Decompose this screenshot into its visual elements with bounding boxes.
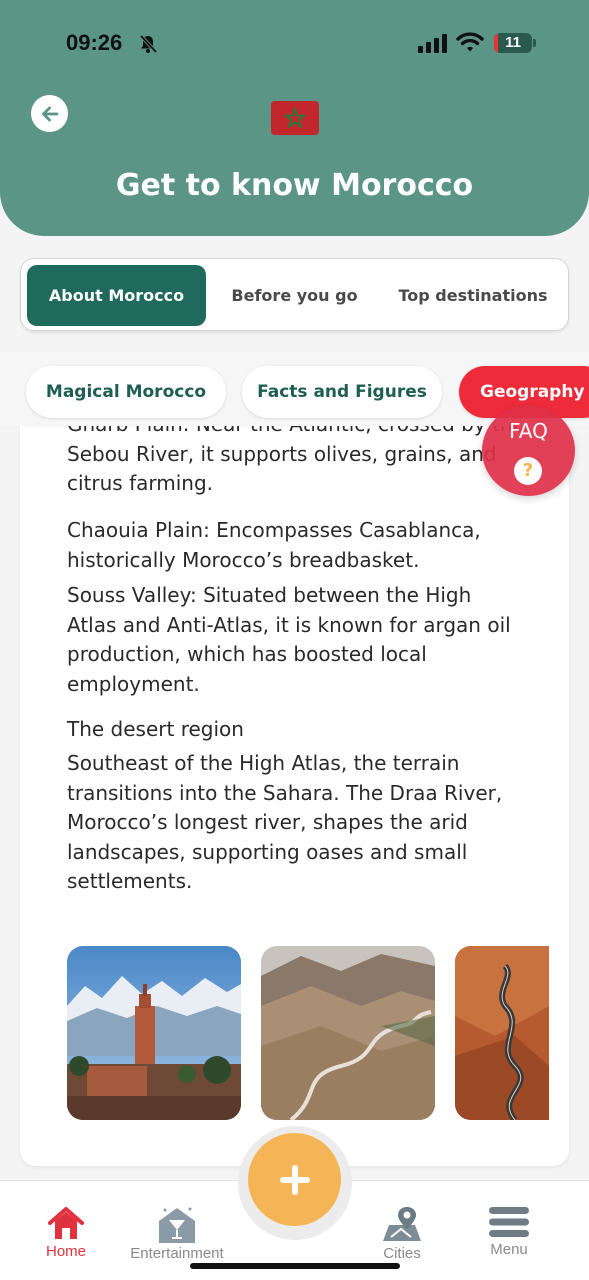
tab-top-destinations[interactable]: Top destinations: [383, 265, 563, 326]
battery-tip: [533, 39, 536, 47]
subtab-magical-morocco[interactable]: Magical Morocco: [26, 366, 226, 418]
photo-koutoubia[interactable]: [67, 946, 241, 1120]
gharb-paragraph: Gharb Plain: Near the Atlantic, crossed …: [67, 426, 525, 496]
battery-icon: 11: [494, 33, 532, 53]
content-card: Gharb Plain: Near the Atlantic, crossed …: [20, 426, 569, 1166]
tab-before-you-go[interactable]: Before you go: [207, 265, 382, 326]
menu-icon: [489, 1207, 529, 1237]
nav-menu[interactable]: Menu: [484, 1205, 534, 1258]
wifi-icon: [456, 32, 484, 52]
nav-home[interactable]: Home: [42, 1205, 90, 1260]
photo-canyon-road[interactable]: [455, 946, 549, 1120]
faq-label: FAQ: [509, 419, 548, 443]
plus-icon: [279, 1164, 310, 1195]
desert-paragraph: Southeast of the High Atlas, the terrain…: [67, 751, 503, 894]
morocco-flag-icon: [271, 101, 319, 135]
subtab-facts-and-figures[interactable]: Facts and Figures: [242, 366, 442, 418]
battery-level: 11: [505, 34, 521, 51]
add-button[interactable]: [248, 1133, 341, 1226]
faq-button[interactable]: FAQ ?: [482, 405, 575, 496]
home-icon: [48, 1207, 84, 1239]
nav-cities[interactable]: Cities: [377, 1205, 427, 1262]
nav-entertainment-label: Entertainment: [130, 1245, 224, 1262]
page-title: Get to know Morocco: [115, 168, 474, 203]
arrow-left-icon: [41, 106, 58, 121]
nav-cities-label: Cities: [383, 1245, 421, 1262]
tab-about-morocco[interactable]: About Morocco: [27, 265, 206, 326]
chaouia-paragraph: Chaouia Plain: Encompasses Casablanca, h…: [67, 518, 481, 572]
photo-mountain-road[interactable]: [261, 946, 435, 1120]
status-time: 09:26: [66, 30, 123, 55]
main-tabs: About Morocco Before you go Top destinat…: [20, 258, 569, 331]
bell-off-icon: [139, 34, 158, 54]
header: 09:26 11 Get to know Morocco: [0, 0, 589, 236]
nav-menu-label: Menu: [490, 1241, 528, 1258]
question-icon: ?: [514, 457, 542, 485]
entertainment-icon: [159, 1207, 195, 1243]
desert-heading: The desert region: [67, 717, 244, 741]
signal-icon: [418, 33, 447, 53]
souss-paragraph: Souss Valley: Situated between the High …: [67, 583, 511, 696]
map-pin-icon: [383, 1207, 421, 1241]
nav-home-label: Home: [45, 1243, 86, 1260]
nav-entertainment[interactable]: Entertainment: [122, 1205, 232, 1262]
back-button[interactable]: [31, 95, 68, 132]
home-indicator: [190, 1263, 400, 1269]
